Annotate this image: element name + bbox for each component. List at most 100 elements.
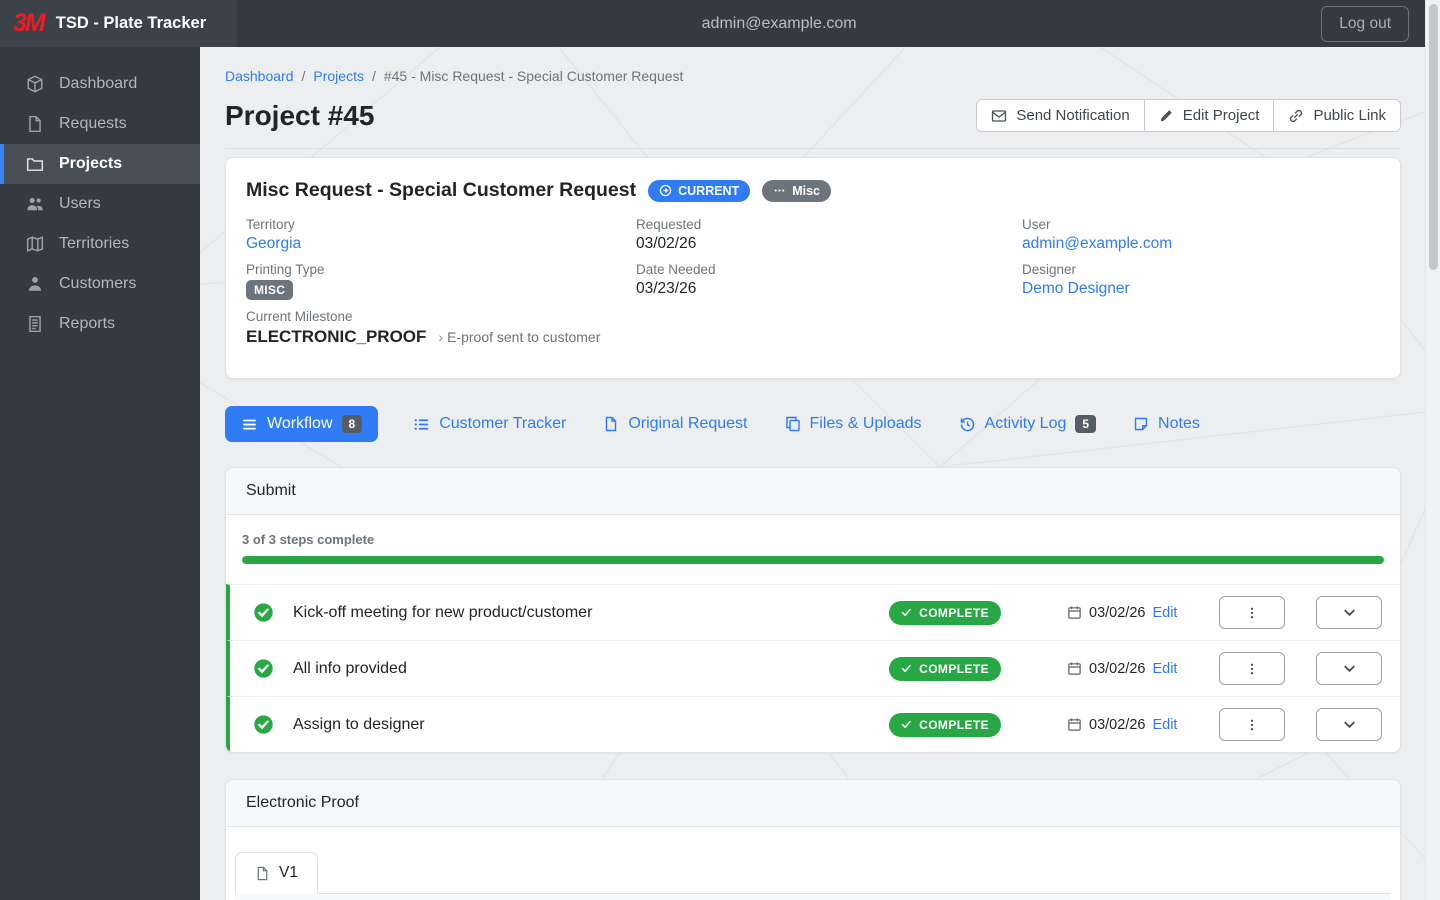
sidebar-item-requests[interactable]: Requests [0,104,200,144]
step-name: Kick-off meeting for new product/custome… [293,603,593,621]
requested-value: 03/02/26 [636,235,697,252]
tab-workflow-count: 8 [341,415,363,433]
sidebar-item-customers[interactable]: Customers [0,264,200,304]
sidebar-item-users[interactable]: Users [0,184,200,224]
public-link-button[interactable]: Public Link [1273,99,1401,132]
electronic-proof-card: Electronic Proof V1 [225,779,1401,900]
app-title: TSD - Plate Tracker [55,14,207,32]
sidebar-item-territories[interactable]: Territories [0,224,200,264]
kebab-icon [1245,606,1259,620]
main-content: Dashboard / Projects / #45 - Misc Reques… [200,47,1425,900]
tab-version-v1-label: V1 [279,864,298,881]
sidebar-item-projects[interactable]: Projects [0,144,200,184]
scrollbar-thumb[interactable] [1429,4,1438,270]
step-status-badge: COMPLETE [889,600,1001,625]
tab-workflow[interactable]: Workflow 8 [225,406,379,442]
person-icon [26,275,44,293]
topbar-center: admin@example.com [237,15,1321,33]
map-icon [26,235,44,253]
history-icon [959,416,976,433]
send-notification-button[interactable]: Send Notification [976,99,1145,132]
step-edit-link[interactable]: Edit [1152,661,1177,677]
tab-original-request[interactable]: Original Request [601,406,749,442]
page-actions: Send Notification Edit Project Public Li… [976,99,1401,132]
tab-files-uploads[interactable]: Files & Uploads [783,406,924,442]
calendar-icon [1067,605,1082,620]
step-edit-link[interactable]: Edit [1152,605,1177,621]
step-date: 03/02/26 [1089,660,1146,677]
step-expand-button[interactable] [1316,596,1382,629]
dashboard-icon [26,75,44,93]
printing-type-label: Printing Type [246,262,325,277]
territory-link[interactable]: Georgia [246,235,301,252]
tab-original-request-label: Original Request [628,415,748,432]
chevron-right-icon: › [438,329,444,345]
submit-section-card: Submit 3 of 3 steps complete Kick-off me… [225,467,1401,753]
requested-label: Requested [636,217,702,232]
workflow-step-row: Kick-off meeting for new product/custome… [226,584,1400,640]
designer-label: Designer [1022,262,1077,277]
tab-activity-log[interactable]: Activity Log 5 [957,406,1099,442]
fields-column-2: Requested 03/02/26 Date Needed 03/23/26 [636,217,1022,356]
user-field: User admin@example.com [1022,217,1380,253]
date-needed-value: 03/23/26 [636,280,697,297]
tab-customer-tracker[interactable]: Customer Tracker [411,406,568,442]
step-options-button[interactable] [1219,596,1285,629]
page-title: Project #45 [225,99,375,131]
chevron-down-icon [1342,605,1357,620]
sidebar-item-label: Users [59,195,101,212]
workflow-step-row: Assign to designer COMPLETE 03/02/26 Edi… [226,696,1400,752]
tab-notes-label: Notes [1158,415,1200,432]
step-status-badge: COMPLETE [889,656,1001,681]
sidebar-item-reports[interactable]: Reports [0,304,200,344]
breadcrumb-projects-link[interactable]: Projects [313,68,364,84]
territory-field: Territory Georgia [246,217,636,253]
step-expand-button[interactable] [1316,708,1382,741]
envelope-icon [991,108,1007,124]
user-link[interactable]: admin@example.com [1022,235,1172,252]
breadcrumb: Dashboard / Projects / #45 - Misc Reques… [225,68,1401,84]
hamburger-icon [241,416,258,433]
designer-link[interactable]: Demo Designer [1022,280,1130,297]
step-options-button[interactable] [1219,708,1285,741]
public-link-label: Public Link [1313,107,1386,124]
status-badge: CURRENT [648,179,751,202]
milestone-field: Current Milestone ELECTRONIC_PROOF › E-pr… [246,309,636,347]
milestone-label: Current Milestone [246,309,353,324]
breadcrumb-dashboard-link[interactable]: Dashboard [225,68,294,84]
designer-field: Designer Demo Designer [1022,262,1380,298]
step-date-group: 03/02/26 Edit [1067,661,1189,677]
status-badge-label: CURRENT [678,183,740,198]
fields-column-3: User admin@example.com Designer Demo Des… [1022,217,1380,356]
step-expand-button[interactable] [1316,652,1382,685]
step-edit-link[interactable]: Edit [1152,717,1177,733]
header-divider [225,148,1401,149]
edit-project-button[interactable]: Edit Project [1143,99,1275,132]
calendar-icon [1067,717,1082,732]
step-date: 03/02/26 [1089,716,1146,733]
brand: 3M TSD - Plate Tracker [0,0,237,47]
copy-icon [785,416,801,432]
logout-button[interactable]: Log out [1321,5,1409,42]
check-circle-icon [253,658,274,679]
project-fields: Territory Georgia Printing Type MISC Cur… [246,217,1380,356]
tab-files-uploads-label: Files & Uploads [809,415,922,432]
tab-version-v1[interactable]: V1 [235,852,318,894]
ellipsis-icon [773,184,786,197]
step-options-button[interactable] [1219,652,1285,685]
sidebar-item-dashboard[interactable]: Dashboard [0,64,200,104]
scrollbar-track[interactable] [1425,0,1440,900]
step-status-label: COMPLETE [919,717,989,732]
users-icon [26,195,44,213]
pencil-icon [1159,108,1174,123]
breadcrumb-separator: / [301,68,306,84]
kebab-icon [1245,718,1259,732]
proof-panel [235,894,1391,900]
tab-activity-log-count: 5 [1075,415,1097,433]
check-circle-icon [253,602,274,623]
tab-notes[interactable]: Notes [1131,406,1202,442]
arrow-circle-icon [659,184,672,197]
step-name: All info provided [293,659,407,677]
type-badge: Misc [762,179,832,202]
check-circle-icon [253,714,274,735]
